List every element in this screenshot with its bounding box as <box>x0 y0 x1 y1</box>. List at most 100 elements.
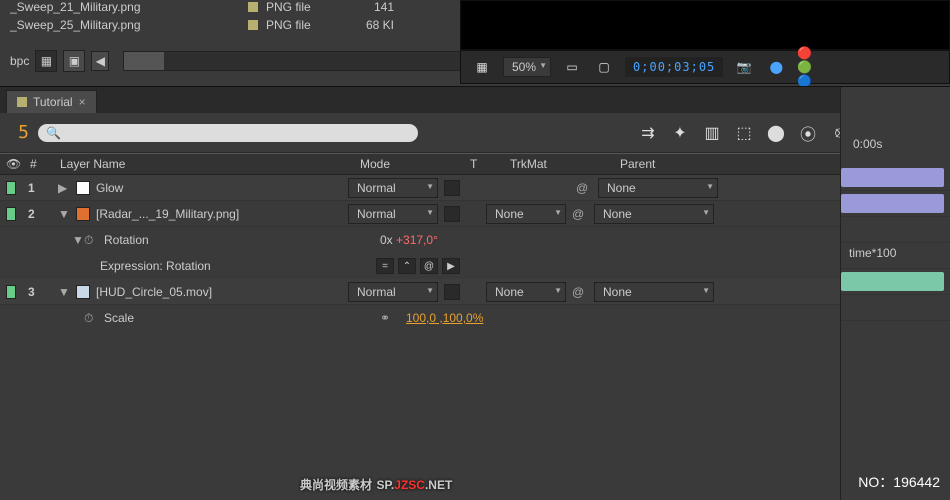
mask-toggle-icon[interactable]: ▢ <box>593 56 615 78</box>
stopwatch-icon[interactable]: ⏱ <box>84 233 98 247</box>
layer-visibility-toggle[interactable] <box>6 285 16 299</box>
color-mgmt-icon[interactable]: 🔴🟢🔵 <box>797 56 819 78</box>
layer-row[interactable]: 1 ▶ Glow Normal @ None <box>0 175 950 201</box>
parent-dropdown[interactable]: None <box>594 204 714 224</box>
solid-icon <box>76 181 90 195</box>
parent-pickwhip-icon[interactable]: @ <box>576 181 592 195</box>
trkmat-dropdown[interactable]: None <box>486 204 566 224</box>
search-icon: 🔍 <box>46 126 61 140</box>
composition-preview <box>460 0 950 50</box>
preserve-transparency-toggle[interactable] <box>444 284 460 300</box>
channel-icon[interactable]: ⬤ <box>765 56 787 78</box>
twirl-icon[interactable]: ▶ <box>58 181 70 195</box>
comp-color-swatch <box>17 97 27 107</box>
parent-pickwhip-icon[interactable]: @ <box>572 285 588 299</box>
clip-bar[interactable] <box>841 194 944 213</box>
layer-name[interactable]: [Radar_..._19_Military.png] <box>96 207 348 221</box>
property-row-rotation[interactable]: ▼ ⏱ Rotation 0x +317,0° <box>0 227 950 253</box>
layer-visibility-toggle[interactable] <box>6 181 16 195</box>
expression-language-button[interactable]: ▶ <box>442 258 460 274</box>
t-column[interactable]: T <box>470 157 510 171</box>
property-name: Scale <box>104 311 380 325</box>
motion-blur-icon[interactable]: ⬚ <box>734 123 754 143</box>
stopwatch-icon[interactable]: ⏱ <box>84 311 98 325</box>
frame-blend-icon[interactable]: ▥ <box>702 123 722 143</box>
parent-dropdown[interactable]: None <box>594 282 714 302</box>
project-h-scrollbar[interactable] <box>123 51 463 71</box>
timeline-search[interactable]: 🔍 <box>38 124 418 142</box>
layer-bar[interactable] <box>841 269 950 295</box>
expression-lane[interactable]: time*100 <box>841 243 950 269</box>
layer-row[interactable]: 3 ▼ [HUD_Circle_05.mov] Normal None @ No… <box>0 279 950 305</box>
ruler-tick-label: 0:00s <box>853 137 882 151</box>
index-column[interactable]: # <box>30 157 60 171</box>
layer-bar[interactable] <box>841 191 950 217</box>
visibility-column[interactable]: 👁 <box>6 157 30 171</box>
trkmat-dropdown[interactable]: None <box>486 282 566 302</box>
search-input[interactable] <box>67 126 410 140</box>
time-ruler[interactable]: 0:00s <box>841 87 950 165</box>
safe-zones-icon[interactable]: ▭ <box>561 56 583 78</box>
layer-row[interactable]: 2 ▼ [Radar_..._19_Military.png] Normal N… <box>0 201 950 227</box>
layer-bar[interactable] <box>841 165 950 191</box>
blend-mode-dropdown[interactable]: Normal <box>348 282 438 302</box>
property-row-scale[interactable]: ⏱ Scale ⚭ 100,0 ,100,0% <box>0 305 950 331</box>
scroll-left-button[interactable]: ◀ <box>91 51 109 71</box>
parent-column[interactable]: Parent <box>620 157 800 171</box>
rotation-value[interactable]: 0x +317,0° <box>380 233 438 247</box>
twirl-icon[interactable]: ▼ <box>58 207 70 221</box>
snapshot-icon[interactable]: 📷 <box>733 56 755 78</box>
property-row-expression[interactable]: Expression: Rotation = ⌃ @ ▶ <box>0 253 950 279</box>
new-comp-button[interactable]: ▣ <box>63 50 85 72</box>
preserve-transparency-toggle[interactable] <box>444 206 460 222</box>
expression-toggle-button[interactable]: = <box>376 258 394 274</box>
layer-name[interactable]: [HUD_Circle_05.mov] <box>96 285 348 299</box>
blend-mode-dropdown[interactable]: Normal <box>348 204 438 224</box>
preserve-transparency-toggle[interactable] <box>444 180 460 196</box>
draft-3d-icon[interactable]: ✦ <box>670 123 690 143</box>
layer-name[interactable]: Glow <box>96 181 348 195</box>
file-type-swatch <box>248 2 258 12</box>
timeline-panel: Tutorial × 5 🔍 ⇉ ✦ ▥ ⬚ ⬤ ⦿ ⦻ 👁 # Layer N… <box>0 86 950 500</box>
expression-pickwhip-button[interactable]: @ <box>420 258 438 274</box>
watermark-id: NO：196442 <box>858 472 940 492</box>
twirl-icon[interactable]: ▼ <box>58 285 70 299</box>
tab-label: Tutorial <box>33 95 73 109</box>
project-file-row[interactable]: _Sweep_21_Military.png PNG file 141 <box>10 0 450 14</box>
grid-icon[interactable]: ▦ <box>471 56 493 78</box>
expression-text[interactable]: time*100 <box>849 246 896 260</box>
name-column[interactable]: Layer Name <box>60 157 360 171</box>
scrollbar-thumb[interactable] <box>124 52 164 70</box>
brainstorm-icon[interactable]: ⬤ <box>766 123 786 143</box>
timeline-tab[interactable]: Tutorial × <box>6 90 97 113</box>
parent-pickwhip-icon[interactable]: @ <box>572 207 588 221</box>
constrain-proportions-icon[interactable]: ⚭ <box>380 311 400 325</box>
auto-keyframe-icon[interactable]: ⦿ <box>798 123 818 143</box>
timeline-tab-bar: Tutorial × <box>0 87 950 113</box>
scale-value[interactable]: 100,0 ,100,0% <box>406 311 483 325</box>
expression-controls: = ⌃ @ ▶ <box>376 258 460 274</box>
preview-toolbar: ▦ 50% ▭ ▢ 0;00;03;05 📷 ⬤ 🔴🟢🔵 <box>460 50 950 84</box>
layer-bar <box>841 217 950 243</box>
expression-label: Expression: Rotation <box>100 259 376 273</box>
trkmat-column[interactable]: TrkMat <box>510 157 620 171</box>
expression-graph-button[interactable]: ⌃ <box>398 258 416 274</box>
mode-column[interactable]: Mode <box>360 157 470 171</box>
close-tab-icon[interactable]: × <box>79 95 86 109</box>
clip-bar[interactable] <box>841 272 944 291</box>
twirl-icon[interactable]: ▼ <box>72 233 84 247</box>
project-file-row[interactable]: _Sweep_25_Military.png PNG file 68 KI <box>10 18 450 32</box>
parent-dropdown[interactable]: None <box>598 178 718 198</box>
blend-mode-dropdown[interactable]: Normal <box>348 178 438 198</box>
file-name: _Sweep_21_Military.png <box>10 0 210 14</box>
zoom-dropdown[interactable]: 50% <box>503 57 551 77</box>
clip-bar[interactable] <box>841 168 944 187</box>
comp-flow-icon[interactable]: ⇉ <box>638 123 658 143</box>
bin-button[interactable]: ▦ <box>35 50 57 72</box>
timeline-tracks[interactable]: 0:00s time*100 <box>840 87 950 500</box>
layer-visibility-toggle[interactable] <box>6 207 16 221</box>
preview-timecode[interactable]: 0;00;03;05 <box>625 57 723 77</box>
current-time-display[interactable]: 5 <box>10 122 30 143</box>
layer-index: 1 <box>28 181 58 195</box>
timeline-column-headers: 👁 # Layer Name Mode T TrkMat Parent <box>0 153 950 175</box>
